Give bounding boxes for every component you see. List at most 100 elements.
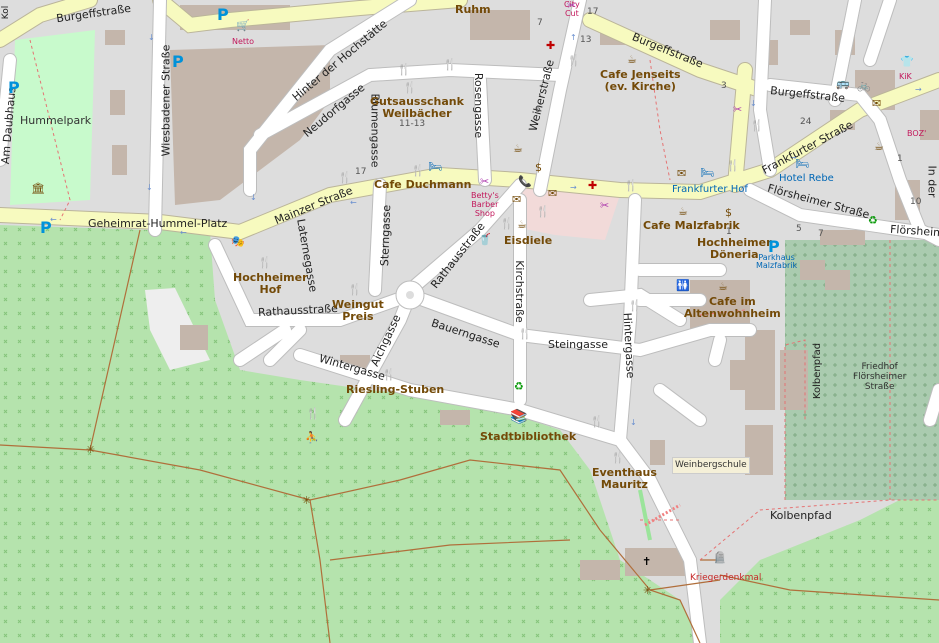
poi-label-ruhm[interactable]: Ruhm xyxy=(455,4,491,16)
hotel-icon[interactable]: 🛏 xyxy=(428,161,442,172)
house-number: 17 xyxy=(355,167,367,177)
hotel-label-rebe[interactable]: Hotel Rebe xyxy=(779,174,834,184)
restaurant-icon[interactable]: 🍴 xyxy=(258,257,272,268)
house-number: 6 xyxy=(535,105,541,115)
street-label-in-der: In der xyxy=(925,165,939,198)
restaurant-icon[interactable]: 🍴 xyxy=(348,284,362,295)
restaurant-icon[interactable]: 🍴 xyxy=(726,160,740,171)
restaurant-icon[interactable]: 🍴 xyxy=(306,408,320,419)
shop-icon[interactable]: 🚲 xyxy=(857,80,871,91)
house-number: 3 xyxy=(721,81,727,91)
shop-label-netto[interactable]: Netto xyxy=(232,37,254,46)
parking-icon[interactable]: P xyxy=(768,237,780,256)
svg-text:→: → xyxy=(915,85,922,94)
restaurant-icon[interactable]: 🍴 xyxy=(443,59,457,70)
house-number: 24 xyxy=(800,117,812,127)
restaurant-icon[interactable]: 🍴 xyxy=(624,180,638,191)
shop-label-boz[interactable]: BOZ' xyxy=(907,129,926,138)
poi-label-gutsausschank[interactable]: Gutsausschank Weilbächer xyxy=(370,96,464,120)
restaurant-icon[interactable]: 🍴 xyxy=(611,452,625,463)
restaurant-icon[interactable]: 🍴 xyxy=(536,206,550,217)
restaurant-icon[interactable]: 🍴 xyxy=(750,120,764,131)
viewpoint-icon[interactable]: ✳ xyxy=(302,495,311,506)
poi-label-stadtbibliothek[interactable]: Stadtbibliothek xyxy=(480,431,576,443)
restaurant-icon[interactable]: 🍴 xyxy=(397,64,411,75)
shop-icon[interactable]: ✂ xyxy=(600,200,609,211)
poi-label-eventhaus-mauritz[interactable]: Eventhaus Mauritz xyxy=(592,467,657,491)
post-icon[interactable]: ✉ xyxy=(872,98,881,109)
shop-icon[interactable]: ✂ xyxy=(480,176,489,187)
map-canvas[interactable]: ↓ ↓ ← ← ← ↑ ↓ → → ↓ ↓ → Burgeffstraße Burgeffs… xyxy=(0,0,939,643)
parking-icon[interactable]: P xyxy=(217,5,229,24)
svg-text:↓: ↓ xyxy=(250,193,257,202)
restaurant-icon[interactable]: 🍴 xyxy=(567,55,581,66)
cafe-icon[interactable]: ☕ xyxy=(874,141,884,152)
shop-icon[interactable]: ✂ xyxy=(567,0,576,11)
viewpoint-icon[interactable]: ✳ xyxy=(86,444,95,455)
phone-icon[interactable]: 📞 xyxy=(518,176,532,187)
house-number: 7 xyxy=(818,229,824,239)
recycling-icon[interactable]: ♻ xyxy=(868,215,878,226)
house-number: 1 xyxy=(726,227,732,237)
post-icon[interactable]: ✉ xyxy=(677,168,686,179)
memorial-icon[interactable]: 🪦 xyxy=(713,552,727,563)
cafe-icon[interactable]: ☕ xyxy=(517,219,527,230)
memorial-label-kriegerdenkmal[interactable]: Kriegerdenkmal xyxy=(690,574,761,583)
church-icon[interactable]: ✝ xyxy=(642,556,651,567)
restaurant-icon[interactable]: 🍴 xyxy=(382,369,396,380)
cafe-icon[interactable]: 🥤 xyxy=(478,234,492,245)
cafe-icon[interactable]: ☕ xyxy=(718,281,728,292)
recycling-icon[interactable]: ♻ xyxy=(514,381,524,392)
street-label-rosengasse: Rosengasse xyxy=(472,72,486,139)
pharmacy-icon[interactable]: ✚ xyxy=(588,180,597,191)
restaurant-icon[interactable]: 🍴 xyxy=(518,328,532,339)
parking-icon[interactable]: P xyxy=(8,78,20,97)
parking-icon[interactable]: P xyxy=(172,52,184,71)
poi-label-hochheimer-hof[interactable]: Hochheimer Hof xyxy=(233,272,308,296)
poi-label-cafe-duchmann[interactable]: Cafe Duchmann xyxy=(374,179,471,191)
street-label-hintergasse: Hintergasse xyxy=(620,312,638,379)
post-icon[interactable]: ✉ xyxy=(548,188,557,199)
parking-label-malzfabrik[interactable]: Parkhaus Malzfabrik xyxy=(756,254,797,270)
pharmacy-icon[interactable]: ✚ xyxy=(546,40,555,51)
poi-label-cafe-jenseits[interactable]: Cafe Jenseits (ev. Kirche) xyxy=(600,69,681,93)
bank-icon[interactable]: $ xyxy=(535,162,542,173)
poi-label-cafe-altenwohnheim[interactable]: Cafe im Altenwohnheim xyxy=(684,296,781,320)
street-label-kolbenpfad: Kolbenpfad xyxy=(812,342,824,400)
parking-icon[interactable]: P xyxy=(40,218,52,237)
shop-label-bettys[interactable]: Betty's Barber Shop xyxy=(471,191,499,218)
restaurant-icon[interactable]: 🍴 xyxy=(411,165,425,176)
bank-icon[interactable]: $ xyxy=(725,207,732,218)
cafe-icon[interactable]: ☕ xyxy=(627,54,637,65)
bus-icon[interactable]: 🚌 xyxy=(836,78,850,89)
hotel-icon[interactable]: 🛏 xyxy=(795,158,809,169)
shop-icon[interactable]: ✂ xyxy=(733,104,742,115)
cafe-icon[interactable]: ☕ xyxy=(513,143,523,154)
restaurant-icon[interactable]: 🍴 xyxy=(628,300,642,311)
shop-icon[interactable]: 👕 xyxy=(900,56,914,67)
restaurant-icon[interactable]: 🍴 xyxy=(403,82,417,93)
svg-text:↓: ↓ xyxy=(630,418,637,427)
svg-text:↑: ↑ xyxy=(570,33,577,42)
shop-icon[interactable]: 🛒 xyxy=(236,20,250,31)
shop-label-kik[interactable]: KiK xyxy=(899,72,912,81)
theatre-icon[interactable]: 🎭 xyxy=(231,236,245,247)
playground-icon[interactable]: ⛹ xyxy=(305,432,319,443)
hotel-label-frankfurter-hof[interactable]: Frankfurter Hof xyxy=(672,185,748,195)
library-icon[interactable]: 📚 xyxy=(510,410,527,424)
restaurant-icon[interactable]: 🍴 xyxy=(500,218,514,229)
poi-label-weingut-preis[interactable]: Weingut Preis xyxy=(332,299,384,323)
poi-label-eisdiele[interactable]: Eisdiele xyxy=(504,235,552,247)
poi-label-riesling-stuben[interactable]: Riesling-Stuben xyxy=(346,384,444,396)
hotel-icon[interactable]: 🛏 xyxy=(700,167,714,178)
house-number: 5 xyxy=(796,224,802,234)
school-label-weinbergschule: Weinbergschule xyxy=(672,457,750,474)
post-icon[interactable]: ✉ xyxy=(512,194,521,205)
restaurant-icon[interactable]: 🍴 xyxy=(590,416,604,427)
svg-text:↓: ↓ xyxy=(148,33,155,42)
restaurant-icon[interactable]: 🍴 xyxy=(338,172,352,183)
museum-icon[interactable]: 🏛 xyxy=(31,183,45,194)
cafe-icon[interactable]: ☕ xyxy=(678,206,688,217)
viewpoint-icon[interactable]: ✳ xyxy=(643,585,652,596)
toilets-icon[interactable]: 🚻 xyxy=(676,280,690,291)
